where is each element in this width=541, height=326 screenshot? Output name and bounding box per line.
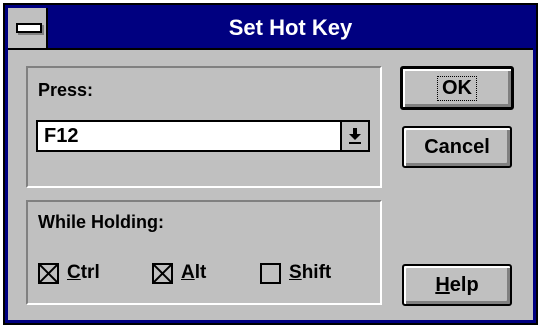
set-hot-key-dialog: Set Hot Key Press: F12 While Holding: Ct… — [3, 3, 538, 325]
dialog-title: Set Hot Key — [228, 15, 353, 40]
system-menu-bar-icon — [16, 23, 42, 33]
checkbox-checked-icon — [38, 262, 59, 284]
ok-button[interactable]: OK — [400, 66, 514, 110]
dialog-frame: Set Hot Key Press: F12 While Holding: Ct… — [8, 8, 533, 320]
title-bar[interactable]: Set Hot Key — [8, 8, 533, 50]
press-label: Press: — [38, 80, 94, 100]
key-combobox[interactable]: F12 — [36, 120, 370, 152]
checkbox-unchecked-icon — [260, 262, 281, 284]
checkbox-checked-icon — [152, 262, 173, 284]
help-button[interactable]: Help — [402, 264, 512, 306]
dialog-client: Press: F12 While Holding: Ctrl Alt Shift… — [8, 50, 533, 320]
cancel-label: Cancel — [424, 135, 490, 158]
holding-label: While Holding: — [38, 212, 164, 232]
shift-checkbox[interactable]: Shift — [260, 262, 331, 284]
alt-checkbox[interactable]: Alt — [152, 262, 206, 284]
dropdown-arrow-glyph-icon — [349, 128, 361, 144]
ctrl-checkbox[interactable]: Ctrl — [38, 262, 100, 284]
ok-label: OK — [437, 75, 477, 101]
shift-label: Shift — [289, 262, 332, 283]
system-menu-icon[interactable] — [8, 8, 48, 48]
ctrl-label: Ctrl — [67, 262, 100, 283]
help-label: Help — [435, 273, 479, 296]
key-value: F12 — [44, 125, 79, 147]
cancel-button[interactable]: Cancel — [402, 126, 512, 168]
dropdown-arrow-icon[interactable] — [340, 122, 368, 150]
alt-label: Alt — [181, 262, 207, 283]
